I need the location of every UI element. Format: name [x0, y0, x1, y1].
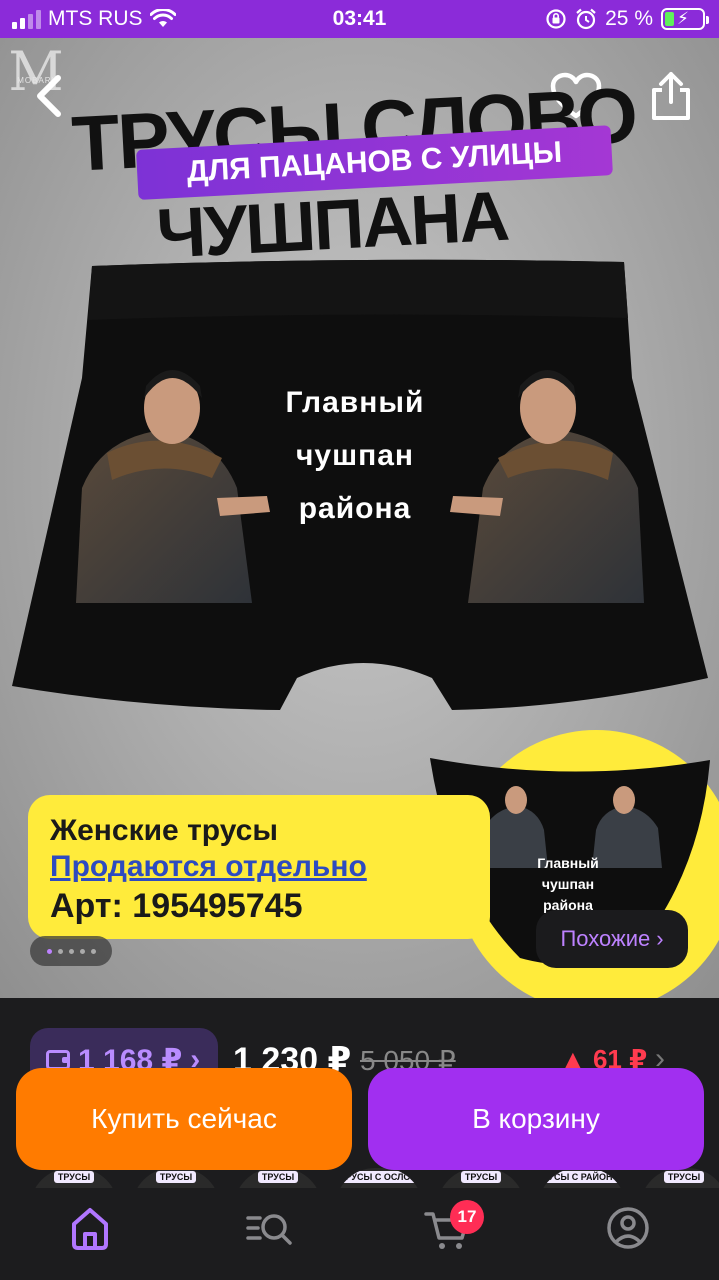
similar-button[interactable]: Похожие › [536, 910, 688, 968]
similar-thumbnail-label: ТРУСЫ [460, 1171, 502, 1183]
info-card-title: Женские трусы [50, 814, 278, 847]
profile-icon[interactable] [598, 1198, 658, 1258]
back-chevron-icon[interactable] [26, 68, 74, 124]
similar-thumbnail-label: ТРУСЫ [663, 1171, 705, 1183]
similar-thumbnail-label: ТРУСЫ [53, 1171, 95, 1183]
chevron-right-icon: › [656, 926, 664, 951]
info-card-link: Продаются отдельно [50, 850, 367, 883]
wallet-icon [46, 1050, 70, 1070]
pager-dot [79, 948, 85, 954]
battery-icon: ⚡ [661, 8, 709, 30]
orientation-lock-icon [546, 9, 566, 29]
pager-dot [68, 948, 74, 954]
product-image-gallery[interactable]: M MOBARI ТРУСЫ СЛОВО ЧУШПАНА ДЛЯ ПАЦАНОВ… [0, 38, 719, 998]
home-icon[interactable] [60, 1198, 120, 1258]
similar-thumbnail-label: ТРУСЫ [257, 1171, 299, 1183]
info-card: Женские трусы Продаются отдельно Арт: 19… [28, 795, 490, 939]
pager-dot [90, 948, 96, 954]
similar-thumbnail-label: ТРУСЫ [155, 1171, 197, 1183]
bottom-tab-bar [0, 1188, 719, 1280]
alarm-icon [576, 8, 596, 30]
catalog-search-icon[interactable] [240, 1198, 300, 1258]
status-right: 25 % ⚡ [545, 7, 709, 31]
similar-thumbnail-label: ТРУСЫ С ОСЛОМ [336, 1171, 422, 1183]
battery-level [665, 12, 674, 26]
pager-dot [46, 948, 52, 954]
similar-thumbnail-label: ТРУСЫ С РАЙОНОМ [538, 1171, 626, 1183]
status-bar: MTS RUS 03:41 25 % ⚡ [0, 0, 719, 38]
battery-percent: 25 % [605, 7, 653, 30]
pager-dot [57, 948, 63, 954]
image-pager [30, 936, 112, 966]
info-card-article: Арт: 195495745 [50, 887, 303, 925]
buy-now-button[interactable]: Купить сейчас [16, 1068, 352, 1170]
boxers-print-text: Главный чушпан района [285, 386, 425, 525]
cart-count-badge: 17 [450, 1200, 484, 1234]
panties-print-text: Главный чушпан района [537, 855, 599, 913]
similar-button-label: Похожие [560, 926, 651, 951]
add-to-cart-button[interactable]: В корзину [368, 1068, 704, 1170]
